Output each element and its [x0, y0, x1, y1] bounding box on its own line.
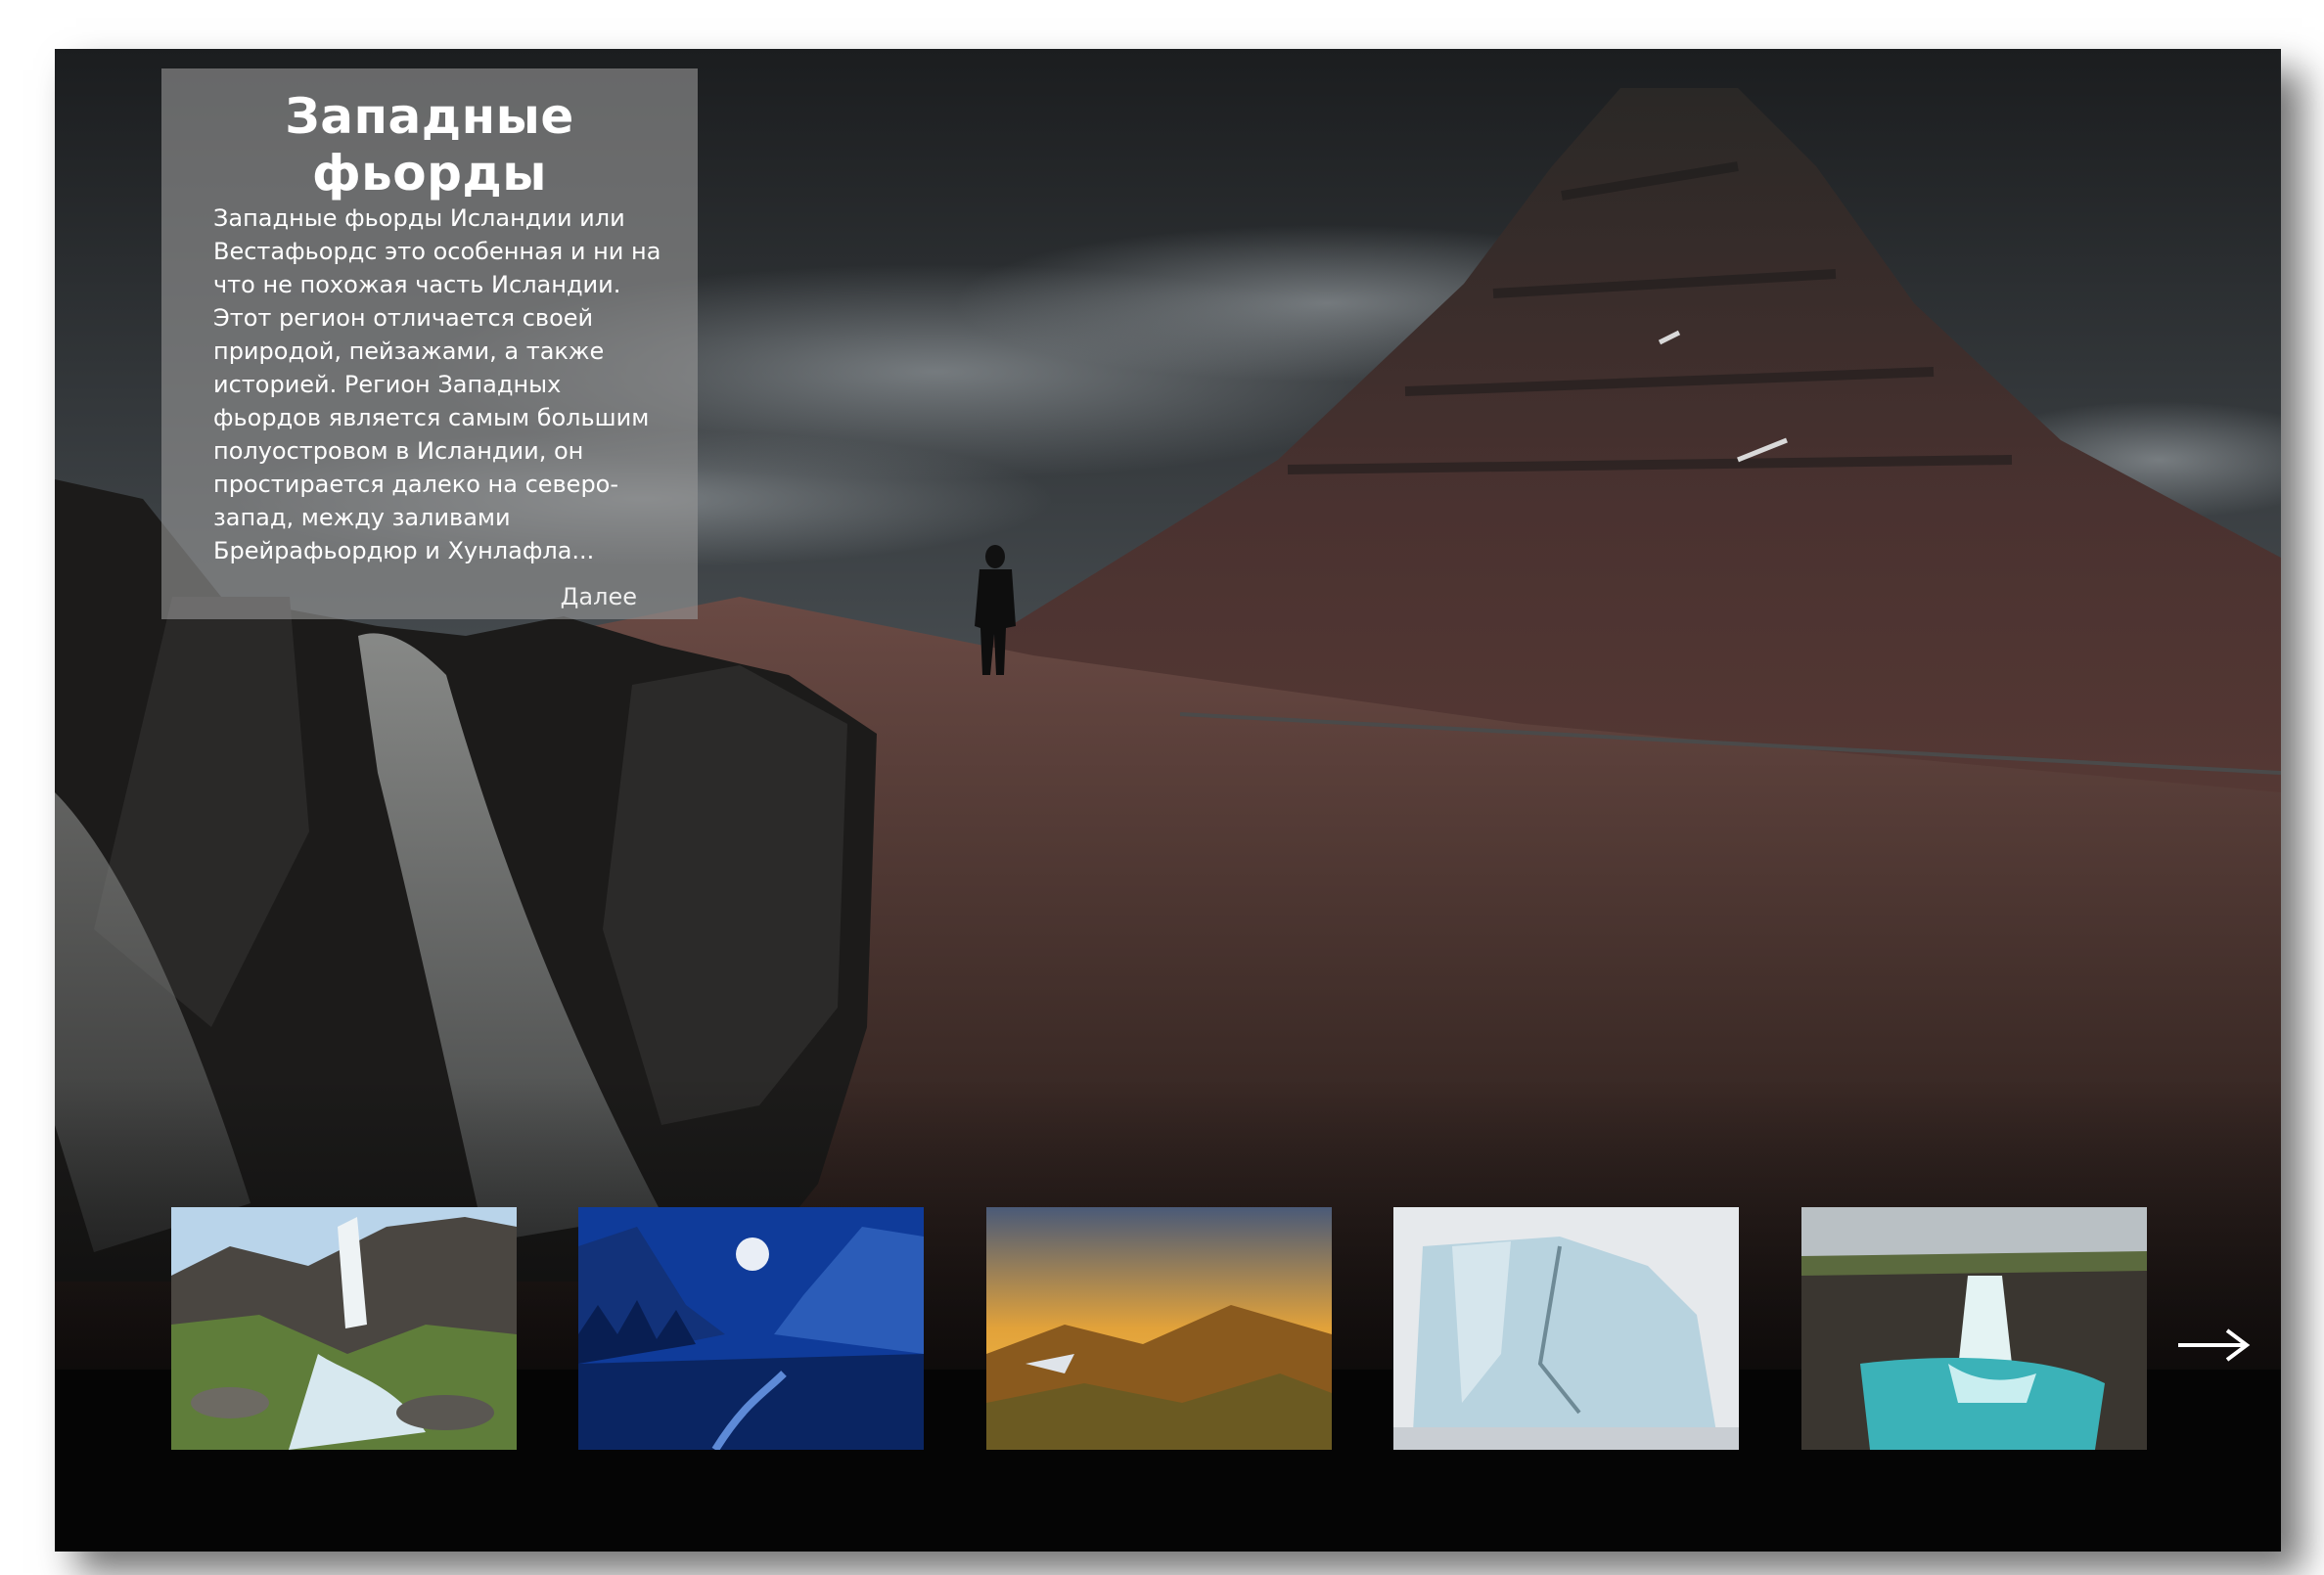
thumbnail-waterfall-canyon[interactable]: [171, 1207, 517, 1450]
turquoise-waterfall-image: [1801, 1207, 2147, 1450]
thumbnail-iceberg[interactable]: [1393, 1207, 1739, 1450]
slide-description: Западные фьорды Исландии или Вестафьордс…: [213, 204, 661, 564]
waterfall-canyon-image: [171, 1207, 517, 1450]
info-panel: Западные фьорды Западные фьорды Исландии…: [161, 68, 698, 619]
more-link[interactable]: Далее: [561, 583, 637, 610]
thumbnail-blue-moon-valley[interactable]: [578, 1207, 924, 1450]
thumbnail-sunset-hills[interactable]: [986, 1207, 1332, 1450]
blue-moon-valley-image: [578, 1207, 924, 1450]
thumbnail-turquoise-waterfall[interactable]: [1801, 1207, 2147, 1450]
sunset-hills-image: [986, 1207, 1332, 1450]
slide-title: Западные фьорды: [285, 88, 574, 202]
hero-slider: Западные фьорды Западные фьорды Исландии…: [55, 49, 2281, 1552]
next-arrow-button[interactable]: [2168, 1321, 2256, 1370]
iceberg-image: [1393, 1207, 1739, 1450]
arrow-right-icon: [2178, 1328, 2251, 1362]
